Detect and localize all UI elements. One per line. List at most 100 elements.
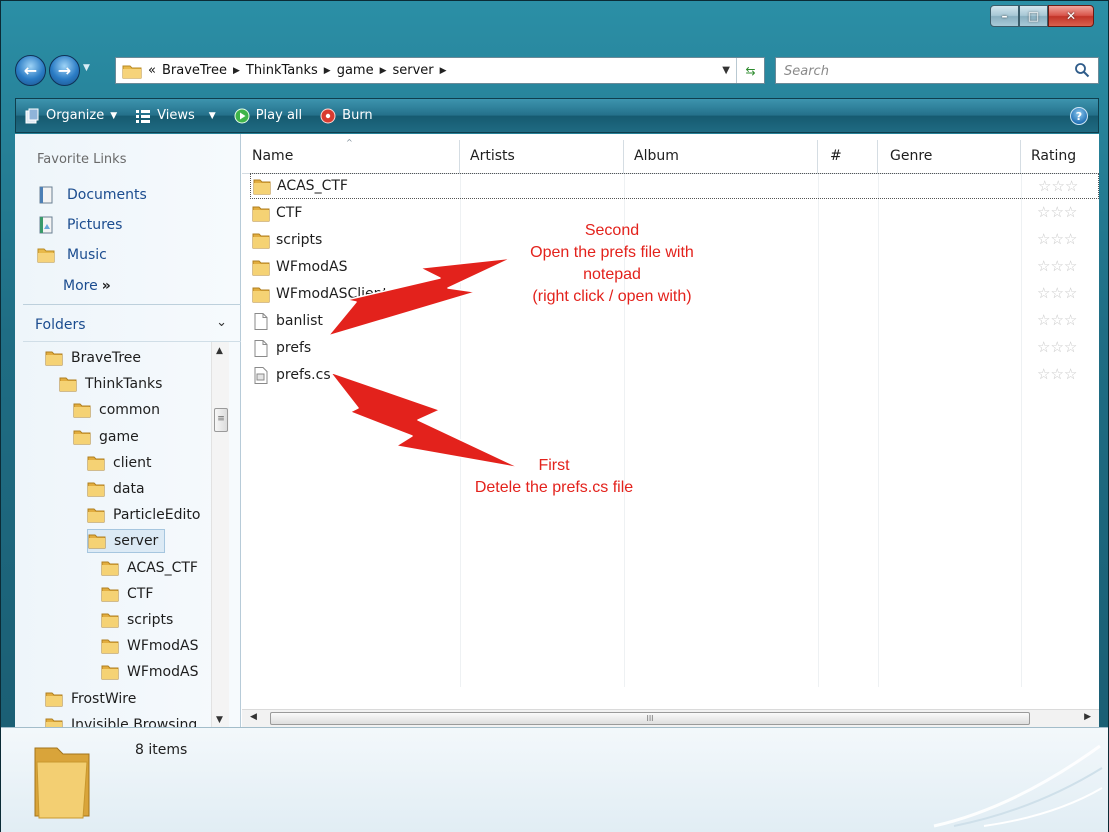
- folder-icon: [88, 534, 106, 549]
- tree-scrollbar[interactable]: ▲ ≡ ▼: [211, 342, 229, 727]
- more-links-button[interactable]: More»: [63, 278, 111, 294]
- star-icon[interactable]: ☆☆☆: [1037, 232, 1077, 247]
- tree-item[interactable]: scripts: [101, 608, 173, 632]
- tree-item[interactable]: Invisible Browsing: [45, 713, 197, 727]
- file-name: banlist: [276, 313, 323, 329]
- tree-item[interactable]: data: [87, 477, 145, 501]
- annotation-line: Second: [584, 222, 640, 239]
- star-icon[interactable]: ☆☆☆: [1037, 340, 1077, 355]
- breadcrumb-bravetree[interactable]: BraveTree: [162, 63, 227, 78]
- rating-stars[interactable]: ☆☆☆: [1038, 179, 1080, 194]
- scroll-up-icon[interactable]: ▲: [216, 346, 223, 356]
- search-input[interactable]: [784, 63, 1044, 79]
- explorer-window: – □ ✕ ← → ▼ « BraveTree ▶ ThinkTanks ▶ g…: [0, 0, 1109, 832]
- breadcrumb-separator-icon[interactable]: ▶: [380, 66, 387, 76]
- forward-button[interactable]: →: [49, 55, 80, 86]
- tree-item[interactable]: client: [87, 451, 151, 475]
- favorite-link-music[interactable]: Music: [37, 246, 107, 264]
- burn-button[interactable]: Burn: [320, 99, 373, 132]
- help-button[interactable]: ?: [1070, 107, 1088, 125]
- maximize-button[interactable]: □: [1019, 5, 1048, 27]
- star-icon[interactable]: ☆☆☆: [1037, 313, 1077, 328]
- organize-button[interactable]: Organize ▼: [24, 99, 117, 132]
- folder-icon: [45, 718, 63, 727]
- back-button[interactable]: ←: [15, 55, 46, 86]
- navigation-pane: Favorite Links Documents Pictures Music …: [15, 134, 241, 727]
- breadcrumb-separator-icon[interactable]: ▶: [440, 66, 447, 76]
- scroll-thumb[interactable]: ≡: [214, 408, 228, 432]
- folder-icon: [73, 403, 91, 418]
- file-row[interactable]: ACAS_CTF ☆☆☆: [250, 173, 1099, 199]
- tree-item[interactable]: BraveTree: [45, 346, 141, 370]
- tree-item[interactable]: ACAS_CTF: [101, 556, 198, 580]
- column-header-artists[interactable]: Artists: [460, 140, 624, 174]
- star-icon[interactable]: ☆☆☆: [1037, 367, 1077, 382]
- favorite-link-pictures[interactable]: Pictures: [37, 216, 122, 234]
- minimize-button[interactable]: –: [990, 5, 1019, 27]
- views-button[interactable]: Views ▼: [135, 99, 216, 132]
- rating-stars[interactable]: ☆☆☆: [1037, 340, 1079, 355]
- tree-item[interactable]: common: [73, 398, 160, 422]
- burn-label: Burn: [342, 108, 373, 123]
- favorite-link-label: Pictures: [67, 217, 123, 233]
- tree-item-label: CTF: [127, 585, 154, 602]
- play-all-button[interactable]: Play all: [234, 99, 302, 132]
- close-button[interactable]: ✕: [1048, 5, 1094, 27]
- documents-icon: [39, 186, 53, 204]
- tree-item[interactable]: FrostWire: [45, 687, 136, 711]
- file-row[interactable]: prefs ☆☆☆: [250, 335, 1099, 361]
- breadcrumb-overflow[interactable]: «: [148, 63, 156, 78]
- tree-item-label: ACAS_CTF: [127, 559, 198, 576]
- rating-stars[interactable]: ☆☆☆: [1037, 367, 1079, 382]
- tree-item[interactable]: ThinkTanks: [59, 372, 162, 396]
- column-header-album[interactable]: Album: [624, 140, 818, 174]
- scroll-thumb[interactable]: III: [270, 712, 1030, 725]
- favorite-link-documents[interactable]: Documents: [37, 186, 147, 204]
- tree-item[interactable]: game: [73, 425, 139, 449]
- star-icon[interactable]: ☆☆☆: [1037, 286, 1077, 301]
- breadcrumb-game[interactable]: game: [337, 63, 374, 78]
- tree-item[interactable]: CTF: [101, 582, 153, 606]
- tree-item[interactable]: WFmodAS: [101, 634, 198, 658]
- column-header-name[interactable]: Name ^: [242, 138, 460, 174]
- refresh-button[interactable]: ⇆: [736, 58, 764, 83]
- folder-icon: [101, 665, 119, 680]
- column-header-track-number[interactable]: #: [818, 140, 878, 174]
- views-label: Views: [157, 108, 195, 123]
- breadcrumb-thinktanks[interactable]: ThinkTanks: [246, 63, 318, 78]
- breadcrumb-separator-icon[interactable]: ▶: [233, 66, 240, 76]
- column-header-genre[interactable]: Genre: [878, 140, 1021, 174]
- file-row[interactable]: prefs.cs ☆☆☆: [250, 362, 1099, 388]
- address-history-dropdown[interactable]: ▼: [722, 65, 730, 76]
- folder-icon: [45, 351, 63, 366]
- tree-item[interactable]: WFmodAS: [101, 660, 198, 684]
- column-header-rating[interactable]: Rating: [1021, 140, 1099, 174]
- star-icon[interactable]: ☆☆☆: [1037, 205, 1077, 220]
- search-icon[interactable]: [1074, 62, 1090, 78]
- address-bar[interactable]: « BraveTree ▶ ThinkTanks ▶ game ▶ server…: [115, 57, 765, 84]
- file-name: ACAS_CTF: [277, 178, 348, 194]
- star-icon[interactable]: ☆☆☆: [1038, 179, 1078, 194]
- rating-stars[interactable]: ☆☆☆: [1037, 313, 1079, 328]
- scroll-right-icon[interactable]: ▶: [1084, 712, 1091, 722]
- star-icon[interactable]: ☆☆☆: [1037, 259, 1077, 274]
- search-box[interactable]: [775, 57, 1099, 84]
- file-row[interactable]: banlist ☆☆☆: [250, 308, 1099, 334]
- rating-stars[interactable]: ☆☆☆: [1037, 205, 1079, 220]
- scroll-left-icon[interactable]: ◀: [250, 712, 257, 722]
- file-icon: [254, 312, 268, 330]
- breadcrumb-separator-icon[interactable]: ▶: [324, 66, 331, 76]
- tree-item[interactable]: ParticleEdito: [87, 503, 200, 527]
- breadcrumb-server[interactable]: server: [393, 63, 434, 78]
- horizontal-scrollbar[interactable]: ◀ III ▶: [242, 709, 1099, 727]
- folders-header[interactable]: Folders ⌄: [23, 304, 241, 342]
- folder-icon: [101, 561, 119, 576]
- script-file-icon: [254, 366, 268, 384]
- tree-item[interactable]: server: [87, 529, 166, 554]
- scroll-down-icon[interactable]: ▼: [216, 715, 223, 725]
- rating-stars[interactable]: ☆☆☆: [1037, 259, 1079, 274]
- favorite-link-label: Music: [67, 247, 107, 263]
- rating-stars[interactable]: ☆☆☆: [1037, 232, 1079, 247]
- recent-pages-dropdown[interactable]: ▼: [83, 63, 95, 77]
- rating-stars[interactable]: ☆☆☆: [1037, 286, 1079, 301]
